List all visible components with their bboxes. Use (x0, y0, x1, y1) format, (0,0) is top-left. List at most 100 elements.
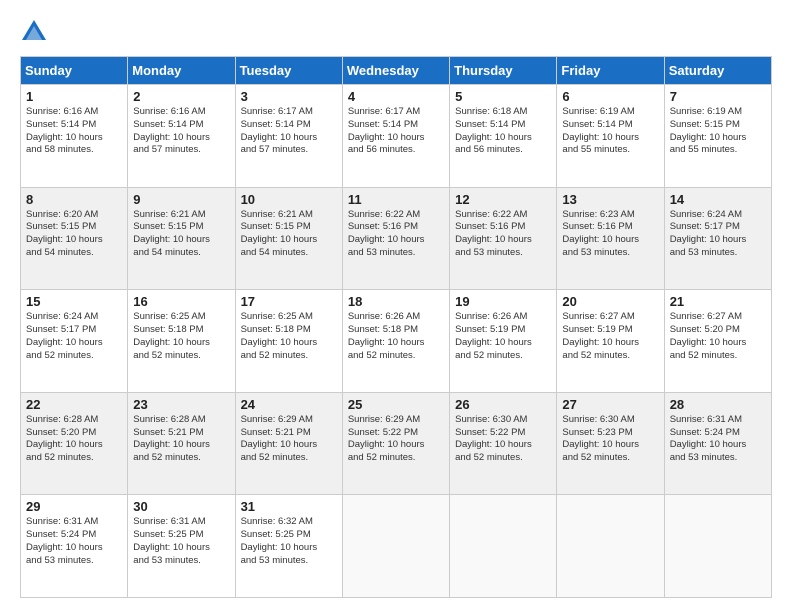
calendar-header-wednesday: Wednesday (342, 57, 449, 85)
day-number: 19 (455, 294, 551, 309)
calendar-week-3: 22 Sunrise: 6:28 AM Sunset: 5:20 PM Dayli… (21, 392, 772, 495)
calendar-header-row: SundayMondayTuesdayWednesdayThursdayFrid… (21, 57, 772, 85)
calendar-header-thursday: Thursday (450, 57, 557, 85)
day-info: Sunrise: 6:28 AM Sunset: 5:20 PM Dayligh… (26, 414, 122, 465)
calendar-table: SundayMondayTuesdayWednesdayThursdayFrid… (20, 56, 772, 598)
day-number: 27 (562, 397, 658, 412)
day-info: Sunrise: 6:27 AM Sunset: 5:20 PM Dayligh… (670, 311, 766, 362)
calendar-cell (450, 495, 557, 598)
day-info: Sunrise: 6:29 AM Sunset: 5:22 PM Dayligh… (348, 414, 444, 465)
day-number: 25 (348, 397, 444, 412)
calendar-cell: 7 Sunrise: 6:19 AM Sunset: 5:15 PM Daylig… (664, 85, 771, 188)
calendar-cell: 18 Sunrise: 6:26 AM Sunset: 5:18 PM Dayli… (342, 290, 449, 393)
day-number: 17 (241, 294, 337, 309)
day-number: 1 (26, 89, 122, 104)
calendar-header-friday: Friday (557, 57, 664, 85)
calendar-cell: 26Sunrise: 6:30 AM Sunset: 5:22 PM Dayli… (450, 392, 557, 495)
day-number: 2 (133, 89, 229, 104)
day-info: Sunrise: 6:20 AM Sunset: 5:15 PM Dayligh… (26, 209, 122, 260)
calendar-cell: 5 Sunrise: 6:18 AM Sunset: 5:14 PM Daylig… (450, 85, 557, 188)
day-number: 23 (133, 397, 229, 412)
calendar-cell: 24Sunrise: 6:29 AM Sunset: 5:21 PM Dayli… (235, 392, 342, 495)
calendar-cell: 20 Sunrise: 6:27 AM Sunset: 5:19 PM Dayli… (557, 290, 664, 393)
day-number: 20 (562, 294, 658, 309)
day-info: Sunrise: 6:16 AM Sunset: 5:14 PM Dayligh… (26, 106, 122, 157)
day-info: Sunrise: 6:17 AM Sunset: 5:14 PM Dayligh… (348, 106, 444, 157)
day-number: 16 (133, 294, 229, 309)
calendar-cell: 14 Sunrise: 6:24 AM Sunset: 5:17 PM Dayli… (664, 187, 771, 290)
day-number: 28 (670, 397, 766, 412)
logo-icon (20, 18, 48, 46)
calendar-header-tuesday: Tuesday (235, 57, 342, 85)
calendar-week-4: 29Sunrise: 6:31 AM Sunset: 5:24 PM Dayli… (21, 495, 772, 598)
day-info: Sunrise: 6:17 AM Sunset: 5:14 PM Dayligh… (241, 106, 337, 157)
day-number: 10 (241, 192, 337, 207)
day-info: Sunrise: 6:24 AM Sunset: 5:17 PM Dayligh… (26, 311, 122, 362)
day-number: 21 (670, 294, 766, 309)
day-info: Sunrise: 6:30 AM Sunset: 5:22 PM Dayligh… (455, 414, 551, 465)
day-number: 31 (241, 499, 337, 514)
day-info: Sunrise: 6:28 AM Sunset: 5:21 PM Dayligh… (133, 414, 229, 465)
calendar-cell: 1 Sunrise: 6:16 AM Sunset: 5:14 PM Daylig… (21, 85, 128, 188)
calendar-cell: 16Sunrise: 6:25 AM Sunset: 5:18 PM Dayli… (128, 290, 235, 393)
calendar-cell: 9 Sunrise: 6:21 AM Sunset: 5:15 PM Daylig… (128, 187, 235, 290)
calendar-cell (664, 495, 771, 598)
day-number: 30 (133, 499, 229, 514)
day-info: Sunrise: 6:22 AM Sunset: 5:16 PM Dayligh… (348, 209, 444, 260)
day-info: Sunrise: 6:18 AM Sunset: 5:14 PM Dayligh… (455, 106, 551, 157)
calendar-cell: 19 Sunrise: 6:26 AM Sunset: 5:19 PM Dayli… (450, 290, 557, 393)
day-number: 13 (562, 192, 658, 207)
calendar-cell: 27 Sunrise: 6:30 AM Sunset: 5:23 PM Dayli… (557, 392, 664, 495)
day-number: 7 (670, 89, 766, 104)
day-info: Sunrise: 6:32 AM Sunset: 5:25 PM Dayligh… (241, 516, 337, 567)
calendar-cell: 4 Sunrise: 6:17 AM Sunset: 5:14 PM Daylig… (342, 85, 449, 188)
calendar-cell: 30Sunrise: 6:31 AM Sunset: 5:25 PM Dayli… (128, 495, 235, 598)
calendar-header-saturday: Saturday (664, 57, 771, 85)
day-number: 8 (26, 192, 122, 207)
calendar-cell: 23 Sunrise: 6:28 AM Sunset: 5:21 PM Dayli… (128, 392, 235, 495)
calendar-cell: 28 Sunrise: 6:31 AM Sunset: 5:24 PM Dayli… (664, 392, 771, 495)
day-info: Sunrise: 6:19 AM Sunset: 5:15 PM Dayligh… (670, 106, 766, 157)
calendar-cell: 21 Sunrise: 6:27 AM Sunset: 5:20 PM Dayli… (664, 290, 771, 393)
day-number: 11 (348, 192, 444, 207)
day-info: Sunrise: 6:31 AM Sunset: 5:24 PM Dayligh… (26, 516, 122, 567)
logo (20, 18, 52, 46)
calendar-cell: 3Sunrise: 6:17 AM Sunset: 5:14 PM Daylig… (235, 85, 342, 188)
day-info: Sunrise: 6:24 AM Sunset: 5:17 PM Dayligh… (670, 209, 766, 260)
day-number: 18 (348, 294, 444, 309)
day-number: 14 (670, 192, 766, 207)
day-number: 22 (26, 397, 122, 412)
day-number: 12 (455, 192, 551, 207)
day-info: Sunrise: 6:27 AM Sunset: 5:19 PM Dayligh… (562, 311, 658, 362)
day-number: 9 (133, 192, 229, 207)
calendar-cell: 11 Sunrise: 6:22 AM Sunset: 5:16 PM Dayli… (342, 187, 449, 290)
day-info: Sunrise: 6:25 AM Sunset: 5:18 PM Dayligh… (241, 311, 337, 362)
day-number: 4 (348, 89, 444, 104)
calendar-week-2: 15Sunrise: 6:24 AM Sunset: 5:17 PM Dayli… (21, 290, 772, 393)
calendar-cell: 22 Sunrise: 6:28 AM Sunset: 5:20 PM Dayli… (21, 392, 128, 495)
calendar-week-1: 8 Sunrise: 6:20 AM Sunset: 5:15 PM Daylig… (21, 187, 772, 290)
calendar-cell: 31 Sunrise: 6:32 AM Sunset: 5:25 PM Dayli… (235, 495, 342, 598)
day-info: Sunrise: 6:22 AM Sunset: 5:16 PM Dayligh… (455, 209, 551, 260)
day-info: Sunrise: 6:26 AM Sunset: 5:18 PM Dayligh… (348, 311, 444, 362)
day-info: Sunrise: 6:31 AM Sunset: 5:24 PM Dayligh… (670, 414, 766, 465)
calendar-cell: 13Sunrise: 6:23 AM Sunset: 5:16 PM Dayli… (557, 187, 664, 290)
calendar-week-0: 1 Sunrise: 6:16 AM Sunset: 5:14 PM Daylig… (21, 85, 772, 188)
calendar-header-sunday: Sunday (21, 57, 128, 85)
calendar-cell: 15Sunrise: 6:24 AM Sunset: 5:17 PM Dayli… (21, 290, 128, 393)
calendar-cell: 17 Sunrise: 6:25 AM Sunset: 5:18 PM Dayli… (235, 290, 342, 393)
day-info: Sunrise: 6:26 AM Sunset: 5:19 PM Dayligh… (455, 311, 551, 362)
day-number: 5 (455, 89, 551, 104)
calendar-cell: 12 Sunrise: 6:22 AM Sunset: 5:16 PM Dayli… (450, 187, 557, 290)
day-info: Sunrise: 6:30 AM Sunset: 5:23 PM Dayligh… (562, 414, 658, 465)
day-info: Sunrise: 6:21 AM Sunset: 5:15 PM Dayligh… (241, 209, 337, 260)
calendar-header-monday: Monday (128, 57, 235, 85)
calendar-cell (557, 495, 664, 598)
day-info: Sunrise: 6:29 AM Sunset: 5:21 PM Dayligh… (241, 414, 337, 465)
day-info: Sunrise: 6:19 AM Sunset: 5:14 PM Dayligh… (562, 106, 658, 157)
calendar-cell: 8 Sunrise: 6:20 AM Sunset: 5:15 PM Daylig… (21, 187, 128, 290)
calendar-cell: 10 Sunrise: 6:21 AM Sunset: 5:15 PM Dayli… (235, 187, 342, 290)
day-number: 6 (562, 89, 658, 104)
day-info: Sunrise: 6:21 AM Sunset: 5:15 PM Dayligh… (133, 209, 229, 260)
page: SundayMondayTuesdayWednesdayThursdayFrid… (0, 0, 792, 612)
